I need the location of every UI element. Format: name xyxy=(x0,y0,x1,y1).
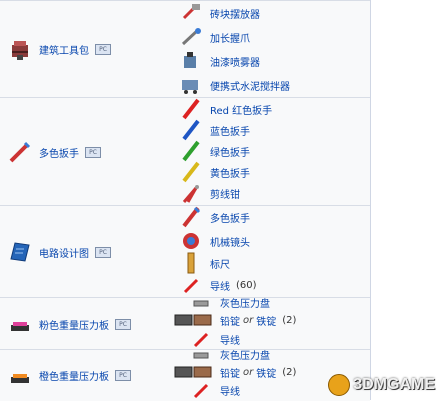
ingredient-item: 灰色压力盘 xyxy=(188,294,270,310)
extendo-grip-icon xyxy=(181,28,201,46)
multicolor-wrench-icon xyxy=(9,141,31,163)
ingredient-label[interactable]: 便携式水泥搅拌器 xyxy=(210,78,290,93)
ingredient-label[interactable]: Red 红色扳手 xyxy=(210,102,272,117)
brick-layer-icon xyxy=(182,4,200,20)
version-badge: PC xyxy=(85,146,101,158)
ingredient-label[interactable]: 灰色压力盘 xyxy=(220,347,270,362)
ingredient-label[interactable]: 蓝色扳手 xyxy=(210,123,250,138)
ingredient-label[interactable]: 铅锭 xyxy=(220,313,240,328)
result-cell: 建筑工具包 PC xyxy=(0,1,170,98)
ingredient-item: 机械镜头 xyxy=(178,230,250,252)
wire-cutter-icon xyxy=(182,185,199,203)
ingredient-label[interactable]: 多色扳手 xyxy=(210,210,250,225)
result-cell: 粉色重量压力板 PC xyxy=(0,298,170,350)
pink-pressure-plate-icon xyxy=(11,322,29,331)
cement-mixer-icon xyxy=(182,80,198,94)
watermark-logo-icon xyxy=(328,374,351,396)
ingredient-item: 绿色扳手 xyxy=(178,140,250,162)
result-name[interactable]: 粉色重量压力板 xyxy=(39,317,109,332)
gray-pressure-plate-icon xyxy=(193,352,209,359)
or-separator: or xyxy=(243,366,254,378)
ingredient-label[interactable]: 黄色扳手 xyxy=(210,165,250,180)
ingredient-label[interactable]: 铁锭 xyxy=(256,365,276,380)
ingredients-cell: 多色扳手 机械镜头 标尺 导线 (60) xyxy=(178,206,368,298)
ingredients-cell: Red 红色扳手 蓝色扳手 绿色扳手 黄色扳手 剪线钳 xyxy=(178,98,368,206)
yellow-wrench-icon xyxy=(182,161,200,183)
result-cell: 电路设计图 PC xyxy=(0,206,170,298)
ingredient-count: (2) xyxy=(282,366,297,378)
ingredient-label[interactable]: 绿色扳手 xyxy=(210,144,250,159)
ingredient-label[interactable]: 砖块摆放器 xyxy=(210,6,260,21)
ingredient-item: 蓝色扳手 xyxy=(178,119,250,141)
version-badge: PC xyxy=(95,246,111,258)
ruler-icon xyxy=(187,252,195,274)
version-badge: PC xyxy=(95,44,111,55)
red-wrench-icon xyxy=(182,98,200,120)
paint-sprayer-icon xyxy=(184,52,196,68)
orange-pressure-plate-icon xyxy=(11,373,29,383)
ingredient-item: 铅锭 or 铁锭 (2) xyxy=(174,311,296,329)
building-toolkit-icon xyxy=(12,40,28,60)
ingredient-label[interactable]: 导线 xyxy=(220,383,240,398)
ingredient-item: 标尺 xyxy=(178,252,230,274)
wire-icon xyxy=(193,383,209,399)
ingredient-label[interactable]: 机械镜头 xyxy=(210,234,250,249)
recipe-section: 多色扳手 PC Red 红色扳手 蓝色扳手 绿色扳手 黄色扳手 剪线钳 xyxy=(0,97,370,206)
watermark: 3DMGAME xyxy=(328,374,435,396)
ingredient-label[interactable]: 剪线钳 xyxy=(210,186,240,201)
version-badge: PC xyxy=(115,318,131,330)
ingredient-item: 剪线钳 xyxy=(178,182,240,204)
version-badge: PC xyxy=(115,370,131,381)
recipe-section: 电路设计图 PC 多色扳手 机械镜头 标尺 导线 (60) xyxy=(0,205,370,298)
recipe-section: 建筑工具包 PC 砖块摆放器 加长握爪 油漆喷雾器 便携式水泥搅拌器 xyxy=(0,0,370,98)
ingredient-item: 导线 (60) xyxy=(178,274,257,296)
ingredient-label[interactable]: 导线 xyxy=(210,278,230,293)
ingredient-label[interactable]: 铅锭 xyxy=(220,365,240,380)
ingredient-item: 油漆喷雾器 xyxy=(178,50,260,72)
ingredient-label[interactable]: 灰色压力盘 xyxy=(220,295,270,310)
ingredient-count: (2) xyxy=(282,314,297,326)
ingredient-label[interactable]: 油漆喷雾器 xyxy=(210,54,260,69)
ingredient-item: Red 红色扳手 xyxy=(178,98,272,120)
ingredient-item: 黄色扳手 xyxy=(178,161,250,183)
ingredient-item: 导线 xyxy=(188,380,240,400)
ingredient-label[interactable]: 铁锭 xyxy=(256,313,276,328)
watermark-text: 3DMGAME xyxy=(353,376,435,393)
lead-bar-icon xyxy=(174,314,212,326)
wire-icon xyxy=(183,278,199,294)
ingredient-label[interactable]: 标尺 xyxy=(210,256,230,271)
result-name[interactable]: 电路设计图 xyxy=(39,245,89,260)
ingredient-item: 加长握爪 xyxy=(178,26,250,48)
ingredient-item: 多色扳手 xyxy=(178,206,250,228)
ingredient-item: 便携式水泥搅拌器 xyxy=(178,74,290,96)
result-cell: 多色扳手 PC xyxy=(0,98,170,206)
ingredient-label[interactable]: 加长握爪 xyxy=(210,30,250,45)
ingredients-cell: 砖块摆放器 加长握爪 油漆喷雾器 便携式水泥搅拌器 xyxy=(178,1,368,98)
lead-bar-icon xyxy=(174,366,212,378)
ingredient-item: 铅锭 or 铁锭 (2) xyxy=(174,363,296,381)
ingredient-count: (60) xyxy=(236,279,257,291)
recipe-section: 橙色重量压力板 PC 灰色压力盘 铅锭 or 铁锭 (2) 导线 xyxy=(0,349,370,401)
blue-wrench-icon xyxy=(182,119,200,141)
ingredients-cell: 灰色压力盘 铅锭 or 铁锭 (2) 导线 xyxy=(174,298,368,350)
ingredient-label[interactable]: 导线 xyxy=(220,332,240,347)
recipe-section: 粉色重量压力板 PC 灰色压力盘 铅锭 or 铁锭 (2) 导线 xyxy=(0,297,370,350)
multicolor-wrench-icon xyxy=(182,206,201,228)
result-name[interactable]: 橙色重量压力板 xyxy=(39,368,109,383)
result-name[interactable]: 建筑工具包 xyxy=(39,42,89,57)
result-cell: 橙色重量压力板 PC xyxy=(0,350,170,401)
result-name[interactable]: 多色扳手 xyxy=(39,145,79,160)
gray-pressure-plate-icon xyxy=(193,300,209,307)
ingredient-item: 砖块摆放器 xyxy=(178,2,260,24)
recipe-table: 建筑工具包 PC 砖块摆放器 加长握爪 油漆喷雾器 便携式水泥搅拌器 多色扳手 … xyxy=(0,0,371,401)
green-wrench-icon xyxy=(182,140,200,162)
or-separator: or xyxy=(243,314,254,326)
circuit-blueprint-icon xyxy=(10,242,30,262)
ingredient-item: 灰色压力盘 xyxy=(188,346,270,362)
mechanical-lens-icon xyxy=(183,233,199,249)
